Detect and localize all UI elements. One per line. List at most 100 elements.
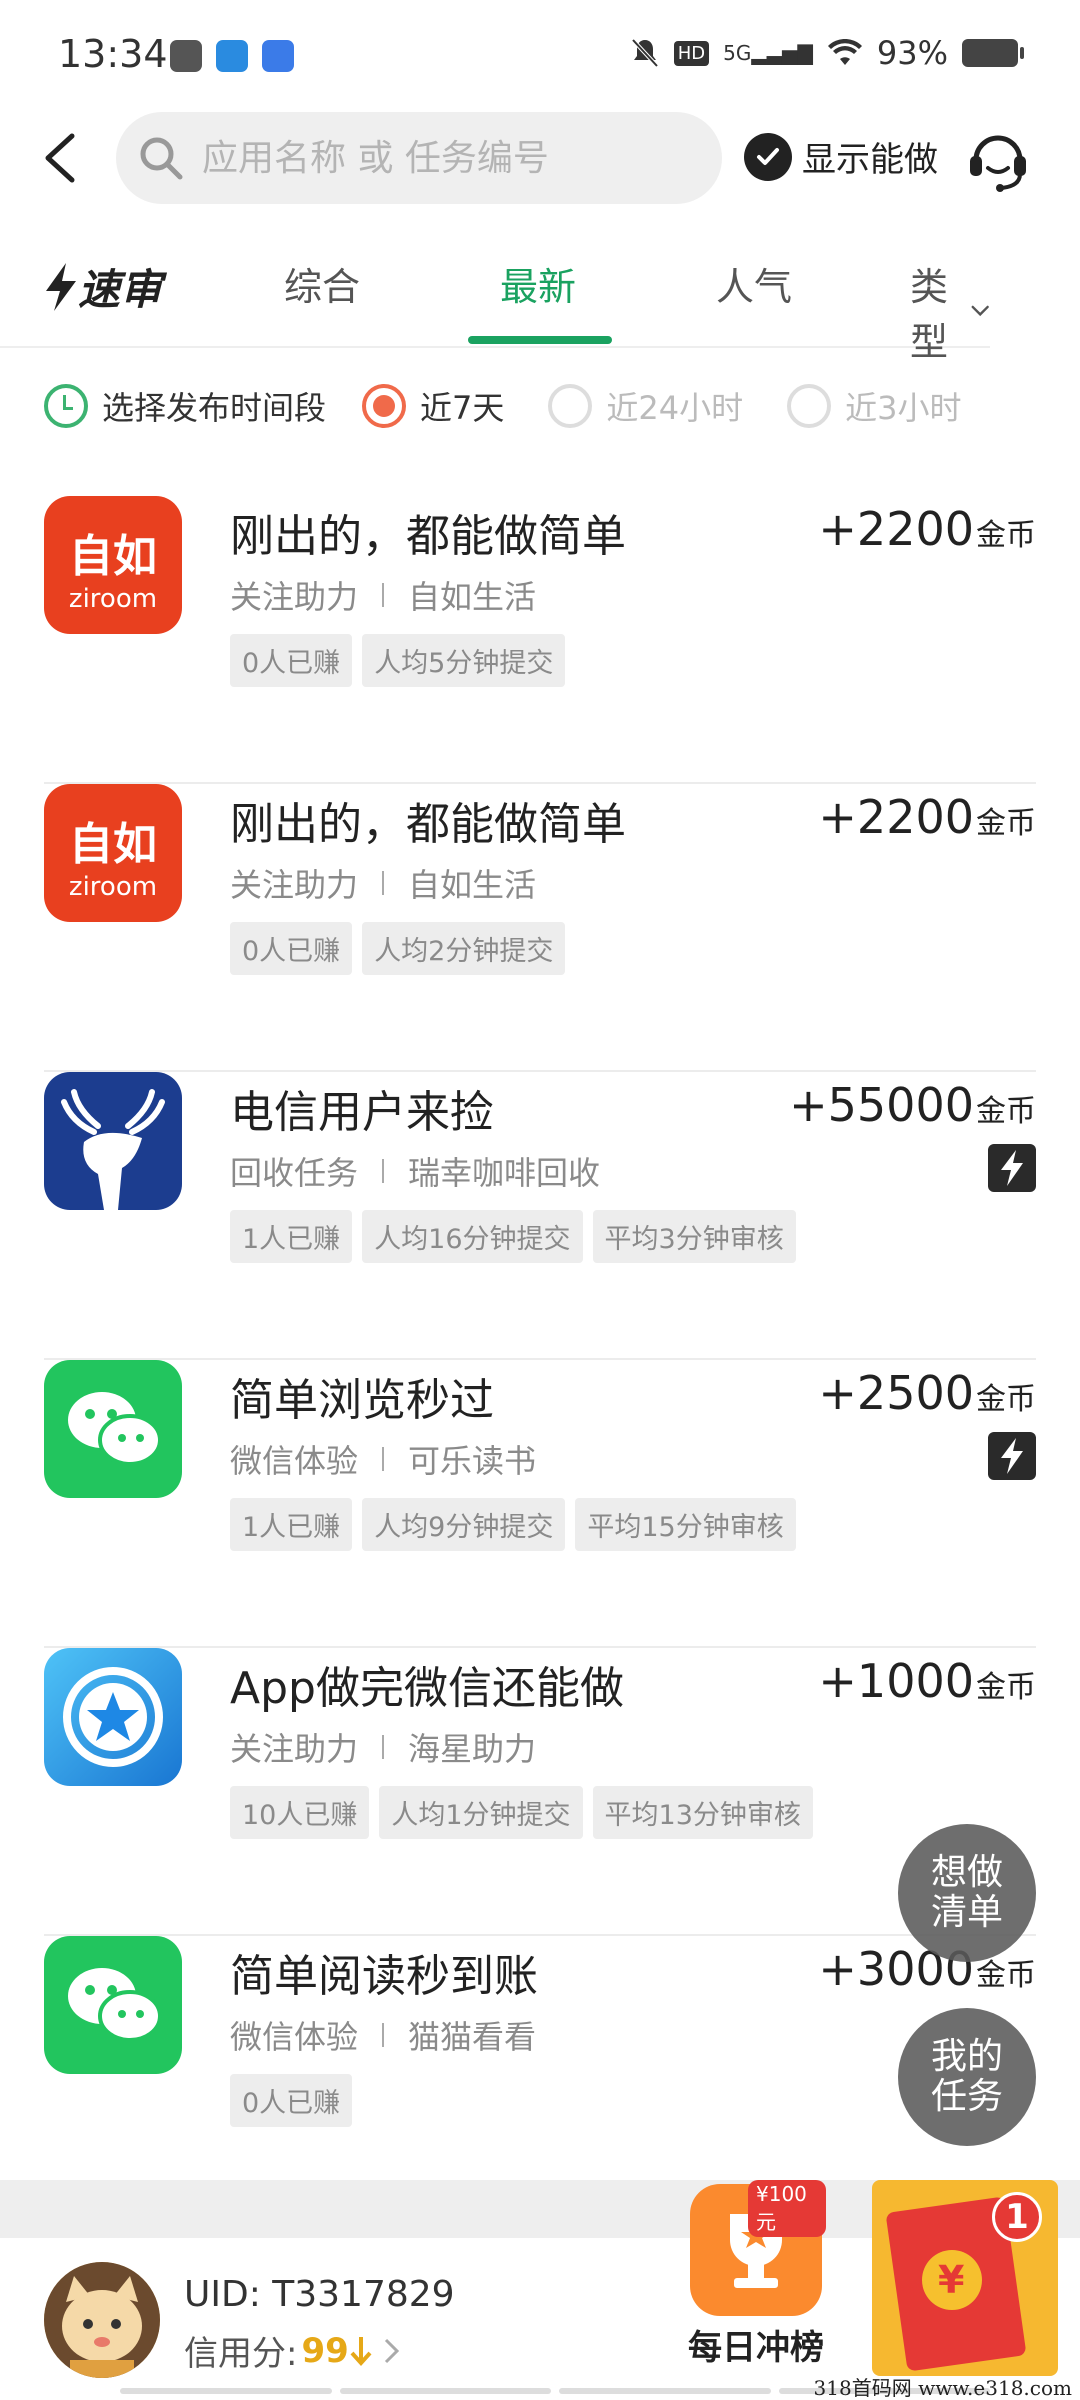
task-title: 简单浏览秒过 — [230, 1375, 494, 1426]
task-title: 简单阅读秒到账 — [230, 1951, 538, 2002]
status-indicators: HD 5G▂▃▅▇ 93% — [630, 34, 1024, 72]
avatar[interactable] — [44, 2262, 160, 2378]
wishlist-button[interactable]: 想做清单 — [898, 1824, 1036, 1962]
task-subtitle: 关注助力 自如生活 — [230, 578, 537, 616]
task-tags: 0人已赚 人均2分钟提交 — [230, 922, 566, 975]
ziroom-icon: 自如 ziroom — [44, 784, 182, 922]
task-item[interactable]: 自如 ziroom 刚出的，都能做简单 关注助力 自如生活 0人已赚 人均5分钟提… — [44, 496, 1036, 784]
speed-review-logo[interactable]: 速审 — [44, 256, 162, 317]
task-tag: 平均13分钟审核 — [592, 1786, 813, 1839]
task-reward: +1000 金币 — [818, 1654, 1036, 1708]
task-item[interactable]: 自如 ziroom 刚出的，都能做简单 关注助力 自如生活 0人已赚 人均2分钟提… — [44, 784, 1036, 1072]
battery-icon — [962, 39, 1024, 67]
arrow-down-icon — [350, 2336, 372, 2366]
task-title: 刚出的，都能做简单 — [230, 511, 626, 562]
task-reward: +2500 金币 — [818, 1366, 1036, 1420]
radio-24-hours[interactable] — [548, 384, 593, 428]
status-bar: 13:34 HD 5G▂▃▅▇ 93% — [0, 0, 1080, 100]
daily-ranking-label: 每日冲榜 — [688, 2328, 824, 2368]
task-tags: 10人已赚 人均1分钟提交 平均13分钟审核 — [230, 1786, 813, 1839]
task-title: 电信用户来捡 — [230, 1087, 494, 1138]
tab-type[interactable]: 类型 — [910, 256, 990, 366]
task-title: App做完微信还能做 — [230, 1663, 624, 1714]
task-item[interactable]: 电信用户来捡 回收任务 瑞幸咖啡回收 1人已赚 人均16分钟提交 平均3分钟审核 … — [44, 1072, 1036, 1360]
show-can-do-label: 显示能做 — [802, 140, 938, 180]
task-reward: +2200 金币 — [818, 790, 1036, 844]
notification-count-badge: 1 — [992, 2192, 1042, 2242]
task-item[interactable]: App做完微信还能做 关注助力 海星助力 10人已赚 人均1分钟提交 平均13分钟… — [44, 1648, 1036, 1936]
task-tag: 人均16分钟提交 — [362, 1210, 583, 1263]
notification-icons — [170, 40, 294, 72]
customer-service-icon[interactable] — [962, 124, 1034, 196]
task-tag: 0人已赚 — [230, 922, 353, 975]
search-bar[interactable] — [116, 112, 722, 204]
hd-icon: HD — [673, 40, 710, 66]
option-7-days[interactable]: 近7天 — [420, 383, 504, 429]
fast-review-icon — [988, 1144, 1036, 1192]
telegram-icon — [170, 40, 202, 72]
clock-icon — [44, 384, 88, 428]
task-subtitle: 回收任务 瑞幸咖啡回收 — [230, 1154, 601, 1192]
daily-ranking-button[interactable]: ¥100元 每日冲榜 — [686, 2180, 826, 2380]
checkmark-icon — [744, 132, 792, 181]
filter-label: 选择发布时间段 — [102, 389, 327, 427]
search-input[interactable] — [202, 137, 682, 179]
task-tags: 0人已赚 人均5分钟提交 — [230, 634, 566, 687]
app-notification-icon — [216, 40, 248, 72]
signal-icon: 5G▂▃▅▇ — [723, 41, 813, 65]
radio-7-days[interactable] — [362, 384, 407, 428]
wechat-icon — [44, 1936, 182, 2074]
chevron-down-icon — [971, 305, 989, 317]
task-tag: 1人已赚 — [230, 1498, 353, 1551]
red-envelope-button[interactable]: ¥ 1 — [872, 2180, 1058, 2376]
task-item[interactable]: 简单浏览秒过 微信体验 可乐读书 1人已赚 人均9分钟提交 平均15分钟审核 +2… — [44, 1360, 1036, 1648]
chevron-right-icon — [384, 2338, 399, 2363]
active-tab-indicator — [468, 336, 612, 344]
app-notification-icon — [262, 40, 294, 72]
starfish-icon — [44, 1648, 182, 1786]
watermark: 318首码网 www.e318.com — [813, 2376, 1072, 2400]
mute-bell-icon — [631, 38, 659, 68]
user-id: UID: T3317829 — [184, 2274, 455, 2315]
task-tags: 1人已赚 人均16分钟提交 平均3分钟审核 — [230, 1210, 796, 1263]
battery-percent: 93% — [876, 34, 948, 72]
task-tag: 人均2分钟提交 — [362, 922, 566, 975]
ziroom-icon: 自如 ziroom — [44, 496, 182, 634]
task-tag: 平均15分钟审核 — [575, 1498, 796, 1551]
task-title: 刚出的，都能做简单 — [230, 799, 626, 850]
back-arrow-icon[interactable] — [34, 128, 94, 188]
reward-badge: ¥100元 — [748, 2180, 826, 2237]
task-tag: 10人已赚 — [230, 1786, 370, 1839]
task-tag: 0人已赚 — [230, 634, 353, 687]
task-subtitle: 关注助力 自如生活 — [230, 866, 537, 904]
my-tasks-button[interactable]: 我的任务 — [898, 2008, 1036, 2146]
task-subtitle: 微信体验 猫猫看看 — [230, 2018, 537, 2056]
luckin-deer-icon — [44, 1072, 182, 1210]
task-reward: +55000 金币 — [789, 1078, 1036, 1132]
tab-popular[interactable]: 人气 — [716, 256, 792, 311]
fast-review-icon — [988, 1432, 1036, 1480]
wechat-icon — [44, 1360, 182, 1498]
option-3-hours[interactable]: 近3小时 — [845, 383, 961, 429]
time-filter: 选择发布时间段 近7天 近24小时 近3小时 — [44, 380, 962, 432]
wifi-icon — [827, 39, 862, 65]
tab-newest[interactable]: 最新 — [500, 256, 576, 311]
option-24-hours[interactable]: 近24小时 — [606, 383, 743, 429]
task-subtitle: 关注助力 海星助力 — [230, 1730, 537, 1768]
top-bar: 显示能做 — [0, 110, 1080, 206]
tab-bar: 速审 综合 最新 人气 类型 — [0, 240, 990, 364]
task-tags: 1人已赚 人均9分钟提交 平均15分钟审核 — [230, 1498, 796, 1551]
task-tag: 1人已赚 — [230, 1210, 353, 1263]
task-tag: 人均9分钟提交 — [362, 1498, 566, 1551]
task-tag: 人均1分钟提交 — [379, 1786, 583, 1839]
red-envelope-symbol: ¥ — [938, 2258, 965, 2302]
tab-overall[interactable]: 综合 — [284, 256, 360, 311]
credit-score[interactable]: 信用分: 99 — [184, 2326, 403, 2375]
credit-value: 99 — [301, 2330, 349, 2371]
lightning-icon — [46, 262, 76, 311]
show-can-do-toggle[interactable]: 显示能做 — [744, 132, 938, 181]
radio-3-hours[interactable] — [787, 384, 832, 428]
task-tag: 人均5分钟提交 — [362, 634, 566, 687]
task-tags: 0人已赚 — [230, 2074, 353, 2127]
task-reward: +2200 金币 — [818, 502, 1036, 556]
